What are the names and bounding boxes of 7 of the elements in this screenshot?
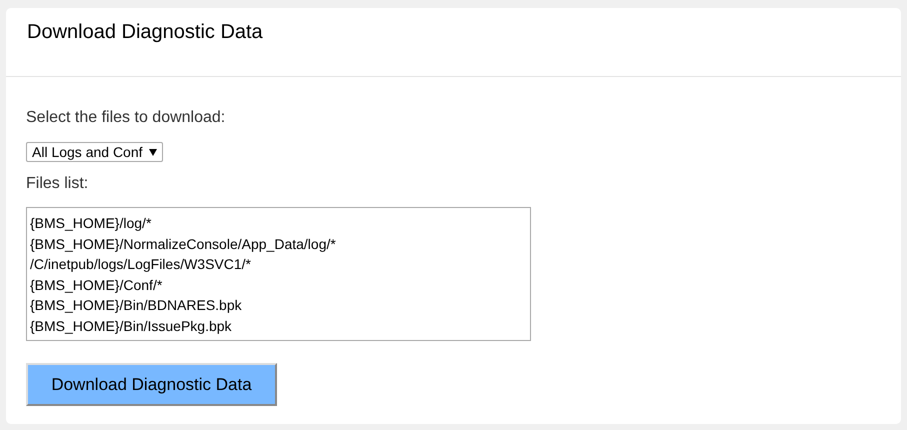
download-button[interactable]: Download Diagnostic Data [26,363,277,406]
file-set-select[interactable]: All Logs and Conf [26,142,163,162]
files-label: Files list: [26,174,88,194]
page-title: Download Diagnostic Data [27,21,263,44]
caret-icon [148,148,157,156]
files-list-field[interactable]: {BMS_HOME}/log/* {BMS_HOME}/NormalizeConsole/App_Data/log/* /C/inetpub/logs/LogFiles/W3SVC1/* {BMS_HOME}/Conf/* {BMS_HOME}/Bin/BDNARES.bpk {BMS_HOME}/Bin/IssuePkg.bpk [26,207,531,341]
select-label: Select the files to download: [26,108,226,128]
